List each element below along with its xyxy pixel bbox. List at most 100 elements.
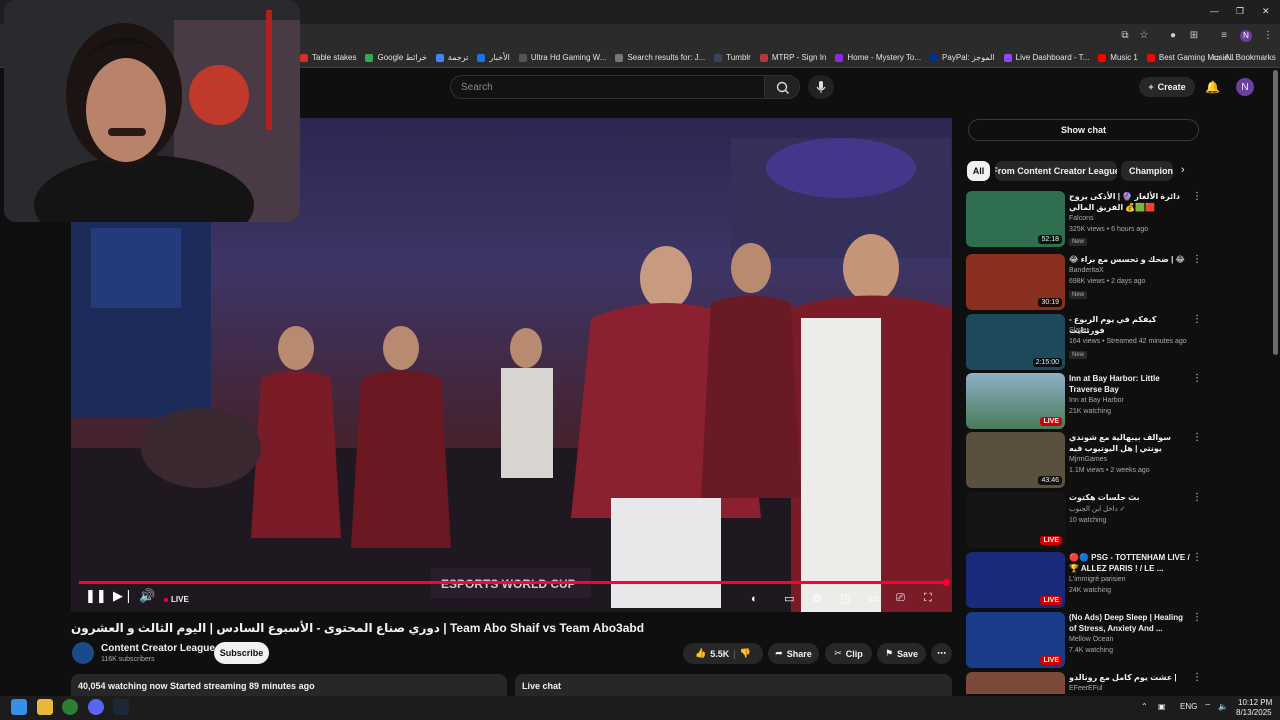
show-chat-button[interactable]: Show chat [968,119,1199,141]
recommendation-item[interactable]: LIVE بث جلسات هكتوت داخل ابن الجنوب ✓ 10… [966,492,1206,548]
share-button[interactable]: ➦ Share [768,643,819,664]
chip-all[interactable]: All [967,161,990,181]
captions-icon[interactable]: ▭ [784,592,794,605]
recommendation-item[interactable]: 2:15:00 كيفكم في يوم الربوع - فورتنايت S… [966,314,1206,370]
miniplayer-icon[interactable]: ◫ [840,592,850,605]
bookmark-item[interactable]: MTRP - Sign In [759,53,826,62]
discord-icon[interactable] [88,699,104,715]
video-thumbnail[interactable]: 30:19 [966,254,1065,310]
video-thumbnail[interactable]: LIVE [966,552,1065,608]
profile-avatar[interactable]: N [1240,30,1252,42]
video-thumbnail[interactable]: 43:46 [966,432,1065,488]
bookmark-item[interactable]: PayPal: الموجز [930,53,995,62]
pause-icon[interactable]: ❚❚ [85,588,107,604]
recommendation-item[interactable]: عشت يوم كامل مع رونالدو | EFeerEFul ⋮ [966,672,1206,694]
live-progress-bar[interactable] [79,581,945,584]
description-box[interactable]: 40,054 watching now Started streaming 89… [71,674,507,698]
recommendation-item[interactable]: LIVE Inn at Bay Harbor: Little Traverse … [966,373,1206,429]
bookmark-item[interactable]: Home - Mystery To... [835,53,921,62]
rec-channel[interactable]: BanderitaX [1069,267,1104,274]
more-vertical-icon[interactable]: ⋮ [1192,432,1202,443]
cast-icon[interactable]: ⎚ [896,592,905,605]
language-indicator[interactable]: ENG [1180,702,1197,711]
channel-name[interactable]: Content Creator League [101,643,215,654]
tray-app-icon[interactable]: ▣ [1158,702,1166,711]
video-thumbnail[interactable]: 2:15:00 [966,314,1065,370]
thumbs-up-icon[interactable]: 👍 [695,648,706,659]
scrubber-handle[interactable] [943,579,950,586]
more-vertical-icon[interactable]: ⋮ [1192,492,1202,503]
search-button[interactable] [764,75,800,99]
rec-channel[interactable]: Slayer [1069,327,1089,334]
rec-title[interactable]: دائرة الألغاز 🔮 | الأذكى يروح الفريق الم… [1069,191,1191,213]
volume-icon[interactable]: 🔊 [139,588,155,604]
like-count[interactable]: 5.5K [710,649,729,659]
rec-title[interactable]: 😂 ضحك و تحسس مع براء | 😂 [1069,254,1191,265]
clock-date[interactable]: 8/13/2025 [1236,708,1272,717]
bookmark-item[interactable]: Table stakes [300,53,356,62]
recommendation-item[interactable]: 43:46 سوالف بيبهالية مع شوندي يونتي | هل… [966,432,1206,488]
account-avatar[interactable]: N [1236,78,1254,96]
file-explorer-icon[interactable] [37,699,53,715]
autoplay-toggle[interactable]: ◐ [751,593,758,605]
menu-kebab-icon[interactable]: ⋮ [1262,30,1274,42]
wifi-icon[interactable]: ⌔ [1204,702,1212,712]
create-button[interactable]: + Create [1139,77,1195,97]
next-icon[interactable]: ▶❘ [113,588,134,604]
bookmark-item[interactable]: ترجمة [435,53,468,62]
restore-icon[interactable]: ❐ [1236,6,1244,17]
video-thumbnail[interactable]: LIVE [966,612,1065,668]
subscribe-button[interactable]: Subscribe [214,642,269,664]
chip-champions[interactable]: Champions [1121,161,1173,181]
extension-icon[interactable]: ● [1167,30,1179,42]
voice-search-button[interactable] [808,75,834,99]
thumbs-down-icon[interactable]: 👎 [740,648,751,659]
rec-channel[interactable]: EFeerEFul [1069,685,1102,692]
more-vertical-icon[interactable]: ⋮ [1192,254,1202,265]
more-vertical-icon[interactable]: ⋮ [1192,191,1202,202]
bookmark-item[interactable]: Tumblr [714,53,751,62]
bookmark-item[interactable]: Google خرائط [365,53,427,62]
more-vertical-icon[interactable]: ⋮ [1192,373,1202,384]
chip-from-channel[interactable]: From Content Creator League [995,161,1117,181]
bookmark-item[interactable]: الأخبار [477,53,510,62]
install-icon[interactable]: ⧉ [1119,30,1131,42]
rec-title[interactable]: عشت يوم كامل مع رونالدو | [1069,672,1191,683]
more-actions-button[interactable]: ⋯ [931,643,952,664]
rec-channel[interactable]: Inn at Bay Harbor [1069,397,1124,404]
rec-channel[interactable]: داخل ابن الجنوب ✓ [1069,505,1126,513]
live-chat-panel-header[interactable]: Live chat [515,674,952,698]
video-thumbnail[interactable]: LIVE [966,492,1065,548]
video-thumbnail[interactable]: 52:18 [966,191,1065,247]
speaker-icon[interactable]: 🔈 [1218,702,1228,711]
save-button[interactable]: ⚑ Save [877,643,926,664]
rec-title[interactable]: سوالف بيبهالية مع شوندي يونتي | هل اليوت… [1069,432,1191,454]
rec-channel[interactable]: MjrmGames [1069,456,1107,463]
notifications-bell-icon[interactable]: 🔔 [1205,80,1220,94]
reading-list-icon[interactable]: ≡ [1218,30,1230,42]
all-bookmarks-button[interactable]: ▭ All Bookmarks [1213,53,1276,62]
bookmark-item[interactable]: Search results for: J... [615,53,705,62]
chrome-icon[interactable] [62,699,78,715]
puzzle-icon[interactable]: ⊞ [1188,30,1200,42]
video-thumbnail[interactable]: LIVE [966,373,1065,429]
channel-avatar[interactable] [72,642,94,664]
rec-channel[interactable]: Mellow Ocean [1069,636,1113,643]
rec-title[interactable]: بث جلسات هكتوت [1069,492,1191,503]
start-windows-icon[interactable] [11,699,27,715]
recommendation-item[interactable]: 30:19 😂 ضحك و تحسس مع براء | 😂 Banderita… [966,254,1206,310]
recommendation-item[interactable]: LIVE (No Ads) Deep Sleep | Healing of St… [966,612,1206,668]
rec-title[interactable]: Inn at Bay Harbor: Little Traverse Bay [1069,373,1191,395]
video-thumbnail[interactable] [966,672,1065,694]
recommendation-item[interactable]: 52:18 دائرة الألغاز 🔮 | الأذكى يروح الفر… [966,191,1206,247]
more-vertical-icon[interactable]: ⋮ [1192,552,1202,563]
more-vertical-icon[interactable]: ⋮ [1192,672,1202,683]
bookmark-item[interactable]: Ultra Hd Gaming W... [518,53,606,62]
bookmark-item[interactable]: Live Dashboard - T... [1003,53,1089,62]
steam-icon[interactable] [113,699,129,715]
chevron-right-icon[interactable]: › [1181,164,1185,176]
clip-button[interactable]: ✂ Clip [825,643,872,664]
more-vertical-icon[interactable]: ⋮ [1192,612,1202,623]
search-input[interactable]: Search [450,75,765,99]
theater-mode-icon[interactable]: ▭ [868,592,878,605]
